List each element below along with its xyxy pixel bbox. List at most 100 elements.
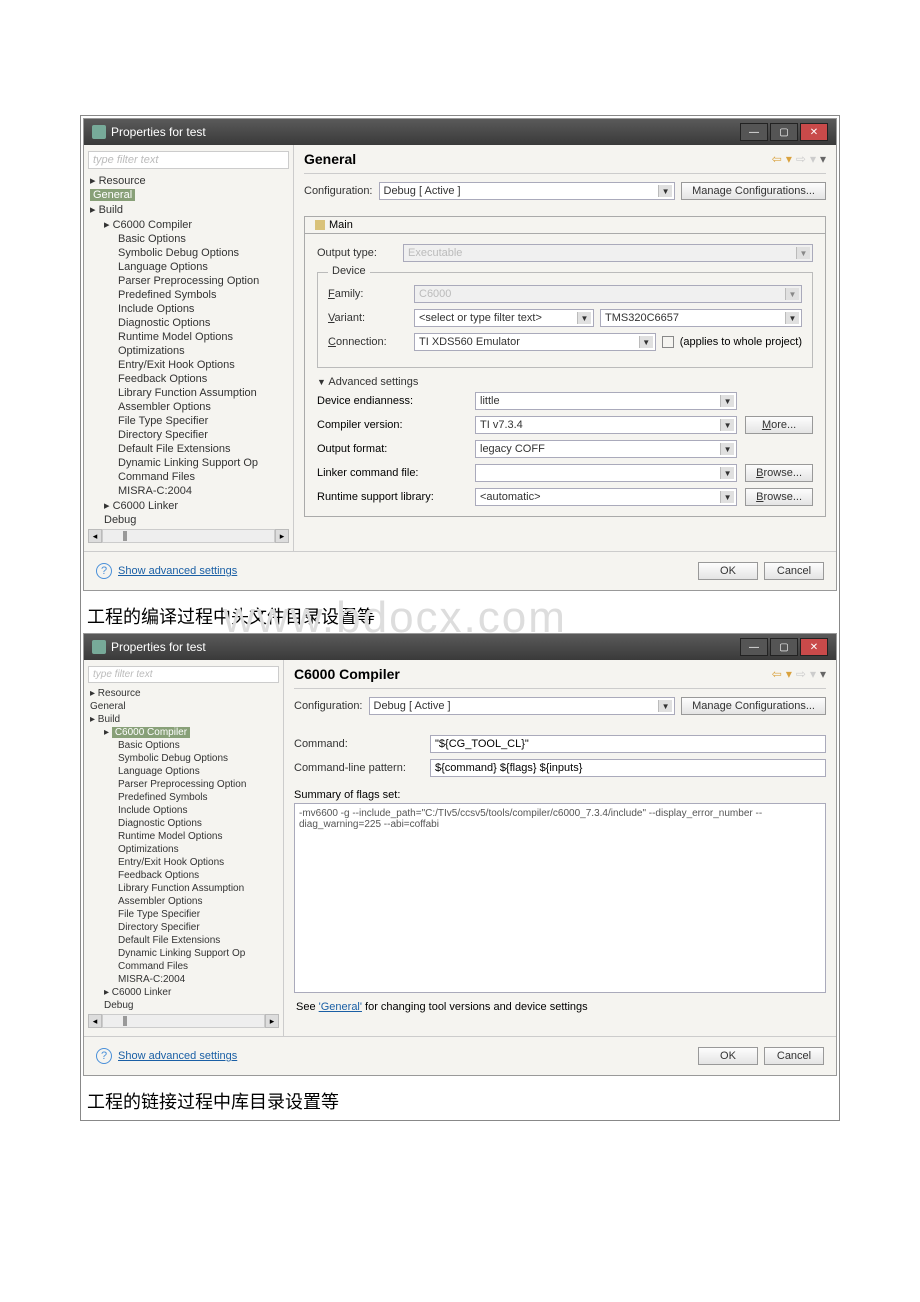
tree-item[interactable]: Default File Extensions (90, 442, 293, 456)
tree-item[interactable]: Diagnostic Options (90, 316, 293, 330)
filter-input[interactable]: type filter text (88, 666, 279, 683)
tree-item[interactable]: Include Options (90, 302, 293, 316)
ok-button[interactable]: OK (698, 562, 758, 580)
scroll-left-button[interactable]: ◂ (88, 1014, 102, 1028)
browse-linker-button[interactable]: Browse... (745, 464, 813, 482)
menu-icon[interactable]: ▾ (820, 152, 826, 166)
cmdline-pattern-input[interactable]: ${command} ${flags} ${inputs} (430, 759, 826, 777)
h-scrollbar[interactable] (102, 1014, 265, 1028)
forward-menu-icon[interactable]: ▾ (810, 152, 816, 166)
tree-item[interactable]: ▸ Resource (90, 687, 283, 700)
show-advanced-link[interactable]: Show advanced settings (118, 1050, 237, 1062)
tree-item[interactable]: General (90, 188, 293, 202)
general-link[interactable]: 'General' (319, 1001, 362, 1013)
menu-icon[interactable]: ▾ (820, 667, 826, 681)
titlebar[interactable]: Properties for test — ▢ ✕ (84, 119, 836, 145)
tree-item[interactable]: Predefined Symbols (90, 791, 283, 804)
tree-item[interactable]: File Type Specifier (90, 908, 283, 921)
tree-item[interactable]: File Type Specifier (90, 414, 293, 428)
runtime-lib-combo[interactable]: <automatic>▼ (475, 488, 737, 506)
help-icon[interactable]: ? (96, 563, 112, 579)
tree-item[interactable]: Dynamic Linking Support Op (90, 947, 283, 960)
tree-item[interactable]: ▸ Resource (90, 173, 293, 188)
tree-item[interactable]: General (90, 700, 283, 713)
back-menu-icon[interactable]: ▾ (786, 667, 792, 681)
configuration-combo[interactable]: Debug [ Active ]▼ (369, 697, 676, 715)
forward-icon[interactable]: ⇨ (796, 152, 806, 166)
minimize-button[interactable]: — (740, 638, 768, 656)
tree-item[interactable]: Symbolic Debug Options (90, 752, 283, 765)
scroll-left-button[interactable]: ◂ (88, 529, 102, 543)
variant-filter-combo[interactable]: <select or type filter text>▼ (414, 309, 594, 327)
show-advanced-link[interactable]: Show advanced settings (118, 565, 237, 577)
tree-item[interactable]: Library Function Assumption (90, 386, 293, 400)
ok-button[interactable]: OK (698, 1047, 758, 1065)
tree-item[interactable]: Runtime Model Options (90, 330, 293, 344)
variant-combo[interactable]: TMS320C6657▼ (600, 309, 802, 327)
tree-item[interactable]: Dynamic Linking Support Op (90, 456, 293, 470)
settings-tree[interactable]: ▸ ResourceGeneral▸ Build▸ C6000 Compiler… (84, 687, 283, 1012)
tree-item[interactable]: Directory Specifier (90, 428, 293, 442)
back-menu-icon[interactable]: ▾ (786, 152, 792, 166)
browse-runtime-button[interactable]: Browse... (745, 488, 813, 506)
tree-item[interactable]: Command Files (90, 960, 283, 973)
cancel-button[interactable]: Cancel (764, 562, 824, 580)
back-icon[interactable]: ⇦ (772, 152, 782, 166)
tree-item[interactable]: Debug (90, 513, 293, 527)
close-button[interactable]: ✕ (800, 638, 828, 656)
advanced-settings-toggle[interactable]: Advanced settings (317, 376, 813, 388)
forward-icon[interactable]: ⇨ (796, 667, 806, 681)
filter-input[interactable]: type filter text (88, 151, 289, 169)
tree-item[interactable]: Assembler Options (90, 400, 293, 414)
tree-item[interactable]: ▸ Build (90, 713, 283, 726)
h-scrollbar[interactable] (102, 529, 275, 543)
tree-item[interactable]: Debug (90, 999, 283, 1012)
compiler-version-combo[interactable]: TI v7.3.4▼ (475, 416, 737, 434)
tree-item[interactable]: Include Options (90, 804, 283, 817)
tree-item[interactable]: Assembler Options (90, 895, 283, 908)
tree-item[interactable]: Directory Specifier (90, 921, 283, 934)
tree-item[interactable]: Default File Extensions (90, 934, 283, 947)
tree-item[interactable]: Language Options (90, 260, 293, 274)
applies-checkbox[interactable] (662, 336, 674, 348)
tree-item[interactable]: Library Function Assumption (90, 882, 283, 895)
output-format-combo[interactable]: legacy COFF▼ (475, 440, 737, 458)
configuration-combo[interactable]: Debug [ Active ]▼ (379, 182, 676, 200)
tree-item[interactable]: Runtime Model Options (90, 830, 283, 843)
tree-item[interactable]: Predefined Symbols (90, 288, 293, 302)
minimize-button[interactable]: — (740, 123, 768, 141)
tree-item[interactable]: Diagnostic Options (90, 817, 283, 830)
tree-item[interactable]: Parser Preprocessing Option (90, 274, 293, 288)
tree-item[interactable]: Parser Preprocessing Option (90, 778, 283, 791)
summary-textarea[interactable]: -mv6600 -g --include_path="C:/TIv5/ccsv5… (294, 803, 826, 993)
cancel-button[interactable]: Cancel (764, 1047, 824, 1065)
endianness-combo[interactable]: little▼ (475, 392, 737, 410)
scroll-right-button[interactable]: ▸ (275, 529, 289, 543)
tree-item[interactable]: Symbolic Debug Options (90, 246, 293, 260)
tree-item[interactable]: Language Options (90, 765, 283, 778)
manage-configurations-button[interactable]: Manage Configurations... (681, 182, 826, 200)
back-icon[interactable]: ⇦ (772, 667, 782, 681)
tree-item[interactable]: ▸ C6000 Compiler (90, 726, 283, 739)
tree-item[interactable]: ▸ C6000 Linker (90, 986, 283, 999)
tree-item[interactable]: ▸ C6000 Compiler (90, 217, 293, 232)
tree-item[interactable]: Command Files (90, 470, 293, 484)
scroll-right-button[interactable]: ▸ (265, 1014, 279, 1028)
command-input[interactable]: "${CG_TOOL_CL}" (430, 735, 826, 753)
tree-item[interactable]: Optimizations (90, 344, 293, 358)
maximize-button[interactable]: ▢ (770, 638, 798, 656)
linker-command-combo[interactable]: ▼ (475, 464, 737, 482)
tree-item[interactable]: Basic Options (90, 232, 293, 246)
tree-item[interactable]: Feedback Options (90, 869, 283, 882)
help-icon[interactable]: ? (96, 1048, 112, 1064)
maximize-button[interactable]: ▢ (770, 123, 798, 141)
tree-item[interactable]: ▸ C6000 Linker (90, 498, 293, 513)
forward-menu-icon[interactable]: ▾ (810, 667, 816, 681)
tree-item[interactable]: Optimizations (90, 843, 283, 856)
tree-item[interactable]: Entry/Exit Hook Options (90, 358, 293, 372)
tab-main[interactable]: Main (304, 216, 826, 234)
connection-combo[interactable]: TI XDS560 Emulator▼ (414, 333, 656, 351)
settings-tree[interactable]: ▸ ResourceGeneral▸ Build▸ C6000 Compiler… (84, 173, 293, 527)
tree-item[interactable]: Entry/Exit Hook Options (90, 856, 283, 869)
tree-item[interactable]: MISRA-C:2004 (90, 484, 293, 498)
